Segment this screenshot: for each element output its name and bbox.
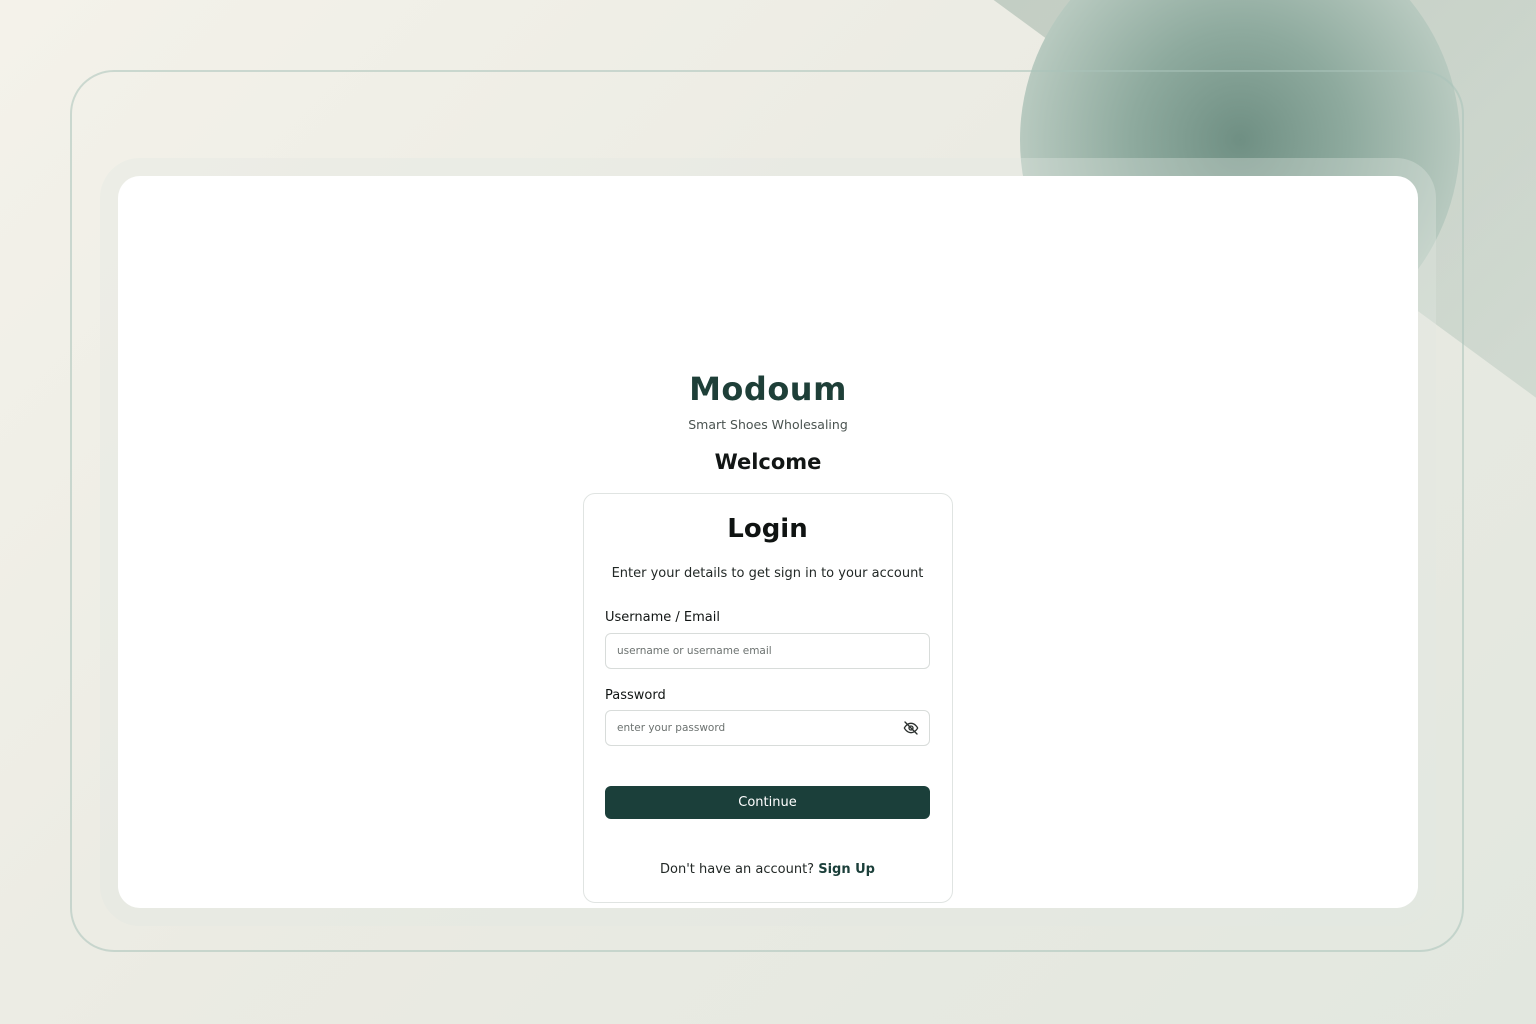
continue-button[interactable]: Continue xyxy=(605,786,930,819)
username-input[interactable] xyxy=(605,633,930,669)
signup-row: Don't have an account? Sign Up xyxy=(584,862,951,877)
login-card: Login Enter your details to get sign in … xyxy=(583,493,953,903)
password-input[interactable] xyxy=(605,710,930,746)
password-label: Password xyxy=(605,688,666,703)
main-card: Modoum Smart Shoes Wholesaling Welcome L… xyxy=(118,176,1418,908)
eye-off-icon[interactable] xyxy=(901,718,921,738)
welcome-heading: Welcome xyxy=(714,450,822,474)
signup-prompt: Don't have an account? xyxy=(660,862,815,877)
login-subtitle: Enter your details to get sign in to you… xyxy=(611,566,924,581)
login-title: Login xyxy=(727,514,808,544)
page-background: Modoum Smart Shoes Wholesaling Welcome L… xyxy=(0,0,1536,1024)
signup-link[interactable]: Sign Up xyxy=(818,862,875,877)
username-label: Username / Email xyxy=(605,610,720,625)
brand-name: Modoum xyxy=(689,370,847,408)
brand-tagline: Smart Shoes Wholesaling xyxy=(688,417,848,432)
